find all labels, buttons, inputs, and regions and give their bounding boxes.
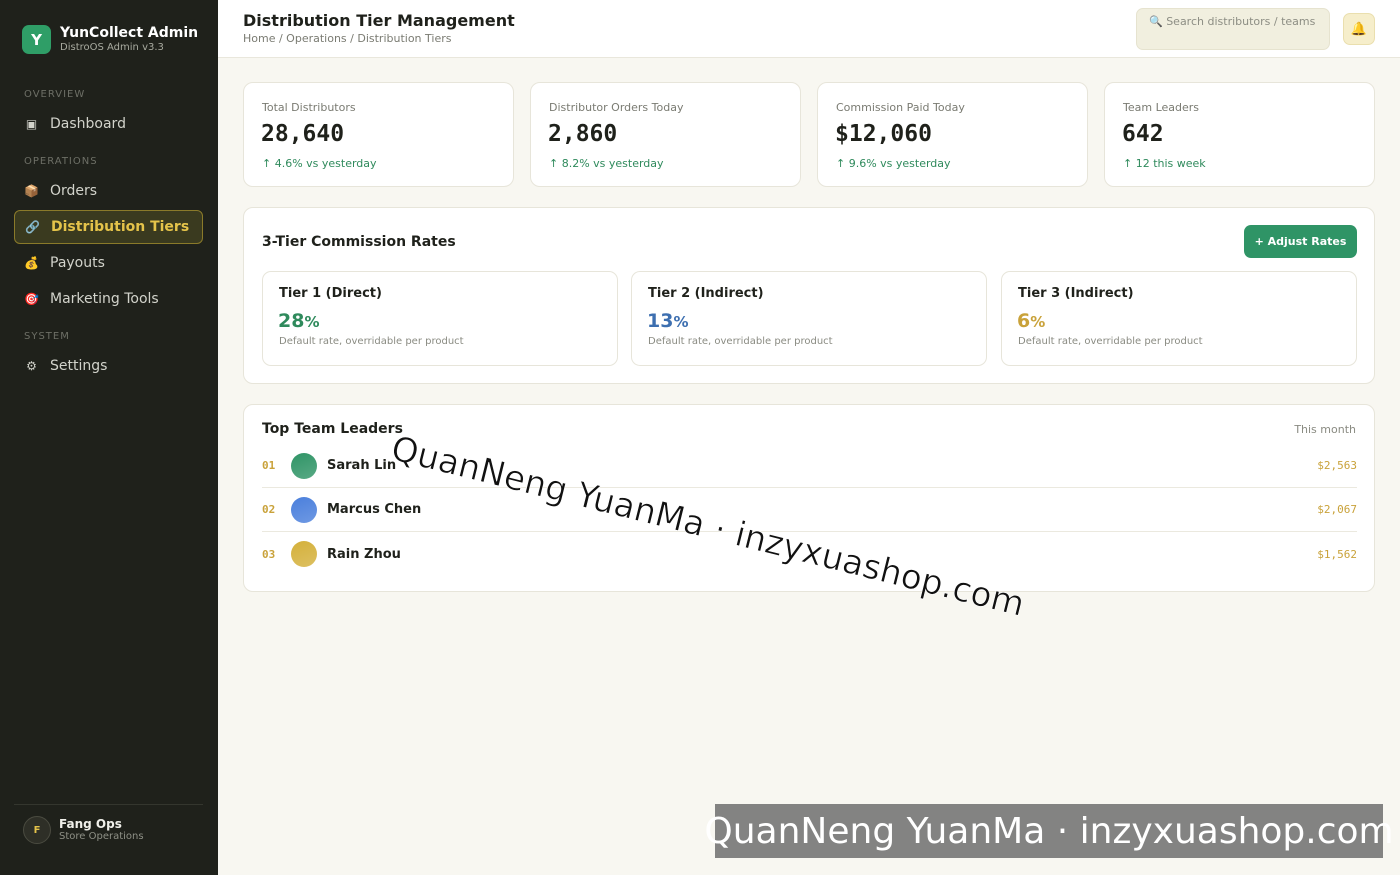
rank: 01 (262, 459, 276, 472)
stat-delta: ↑ 4.6% vs yesterday (262, 157, 377, 170)
sidebar-divider (14, 804, 203, 805)
sidebar-item-payouts[interactable]: 💰 Payouts (14, 246, 203, 280)
leader-amount: $2,067 (1317, 503, 1357, 516)
stat-value: $12,060 (835, 121, 932, 147)
stat-label: Team Leaders (1123, 101, 1200, 114)
leader-name: Sarah Lin (327, 458, 397, 473)
commission-rates-panel: 3-Tier Commission Rates + Adjust Rates T… (243, 207, 1375, 384)
tier-card-3[interactable]: Tier 3 (Indirect) 6% Default rate, overr… (1001, 271, 1357, 366)
avatar: F (23, 816, 51, 844)
sidebar-item-marketing-tools[interactable]: 🎯 Marketing Tools (14, 282, 203, 316)
top-team-leaders-panel: Top Team Leaders This month 01 Sarah Lin… (243, 404, 1375, 592)
top-header: Distribution Tier Management Home / Oper… (218, 0, 1400, 58)
stat-value: 28,640 (261, 121, 345, 147)
sidebar-item-label: Dashboard (50, 116, 126, 132)
sidebar-item-label: Orders (50, 183, 98, 199)
stat-card-team-leaders: Team Leaders 642 ↑ 12 this week (1104, 82, 1375, 187)
stat-card-distributor-orders: Distributor Orders Today 2,860 ↑ 8.2% vs… (530, 82, 801, 187)
brand-logo: Y (22, 25, 51, 54)
stat-label: Commission Paid Today (836, 101, 965, 114)
link-icon: 🔗 (25, 220, 40, 234)
section-title: 3-Tier Commission Rates (262, 234, 456, 250)
sidebar-item-label: Settings (50, 358, 108, 374)
rank: 03 (262, 547, 276, 561)
stat-delta: ↑ 8.2% vs yesterday (549, 157, 664, 170)
leader-amount: $1,562 (1317, 547, 1357, 561)
nav-section-overview: OVERVIEW (24, 89, 86, 100)
avatar (291, 452, 317, 479)
tier-rate: 6% (1017, 310, 1046, 332)
tier-description: Default rate, overridable per product (279, 336, 464, 347)
package-icon: 📦 (24, 184, 39, 198)
page-title: Distribution Tier Management (243, 11, 515, 30)
tier-description: Default rate, overridable per product (1018, 336, 1203, 347)
adjust-rates-button[interactable]: + Adjust Rates (1244, 225, 1357, 258)
stat-delta: ↑ 12 this week (1123, 157, 1206, 170)
sidebar-item-orders[interactable]: 📦 Orders (14, 174, 203, 208)
avatar (291, 496, 317, 523)
bell-icon[interactable]: 🔔 (1343, 13, 1375, 45)
brand-subtitle: DistroOS Admin v3.3 (60, 42, 164, 53)
table-row[interactable]: 01 Sarah Lin $2,563 (262, 444, 1357, 488)
tier-rate: 28% (278, 310, 320, 332)
sidebar-item-label: Marketing Tools (50, 291, 159, 307)
section-title: Top Team Leaders (262, 421, 403, 437)
dashboard-icon: ▣ (25, 117, 38, 131)
avatar (291, 541, 317, 567)
sidebar-item-dashboard[interactable]: ▣ Dashboard (14, 107, 203, 141)
user-name: Fang Ops (59, 817, 122, 831)
nav-section-operations: OPERATIONS (24, 156, 98, 167)
tier-rate: 13% (647, 310, 689, 332)
stat-delta: ↑ 9.6% vs yesterday (836, 157, 951, 170)
tier-card-1[interactable]: Tier 1 (Direct) 28% Default rate, overri… (262, 271, 618, 366)
stat-label: Distributor Orders Today (549, 101, 684, 114)
gear-icon: ⚙ (26, 359, 37, 373)
leader-name: Rain Zhou (327, 546, 401, 562)
user-role: Store Operations (59, 831, 144, 842)
stat-label: Total Distributors (262, 101, 356, 114)
sidebar-item-label: Payouts (50, 255, 105, 271)
user-profile[interactable]: F Fang Ops Store Operations (23, 816, 144, 844)
table-row[interactable]: 02 Marcus Chen $2,067 (262, 488, 1357, 532)
brand[interactable]: Y YunCollect Admin DistroOS Admin v3.3 (22, 25, 198, 54)
target-icon: 🎯 (24, 292, 39, 306)
table-row[interactable]: 03 Rain Zhou $1,562 (262, 532, 1357, 576)
tier-name: Tier 2 (Indirect) (648, 286, 764, 301)
period-label: This month (1294, 423, 1356, 436)
stat-value: 2,860 (548, 121, 618, 147)
tier-name: Tier 3 (Indirect) (1018, 286, 1134, 301)
search-input[interactable]: 🔍 Search distributors / teams (1136, 8, 1330, 50)
brand-name: YunCollect Admin (60, 25, 199, 41)
sidebar-item-settings[interactable]: ⚙ Settings (14, 349, 203, 383)
watermark-banner: QuanNeng YuanMa · inzyxuashop.com (704, 804, 1394, 858)
money-bag-icon: 💰 (24, 256, 39, 270)
breadcrumb[interactable]: Home / Operations / Distribution Tiers (243, 32, 451, 45)
sidebar-item-label: Distribution Tiers (51, 219, 190, 235)
leader-name: Marcus Chen (327, 502, 422, 517)
rank: 02 (262, 503, 276, 516)
tier-description: Default rate, overridable per product (648, 336, 833, 347)
sidebar: Y YunCollect Admin DistroOS Admin v3.3 O… (0, 0, 218, 875)
tier-name: Tier 1 (Direct) (279, 286, 382, 301)
stat-value: 642 (1122, 121, 1164, 147)
nav-section-system: SYSTEM (24, 331, 70, 342)
stat-card-commission-paid: Commission Paid Today $12,060 ↑ 9.6% vs … (817, 82, 1088, 187)
stat-card-total-distributors: Total Distributors 28,640 ↑ 4.6% vs yest… (243, 82, 514, 187)
sidebar-item-distribution-tiers[interactable]: 🔗 Distribution Tiers (14, 210, 203, 244)
tier-card-2[interactable]: Tier 2 (Indirect) 13% Default rate, over… (631, 271, 987, 366)
leader-amount: $2,563 (1317, 459, 1357, 472)
